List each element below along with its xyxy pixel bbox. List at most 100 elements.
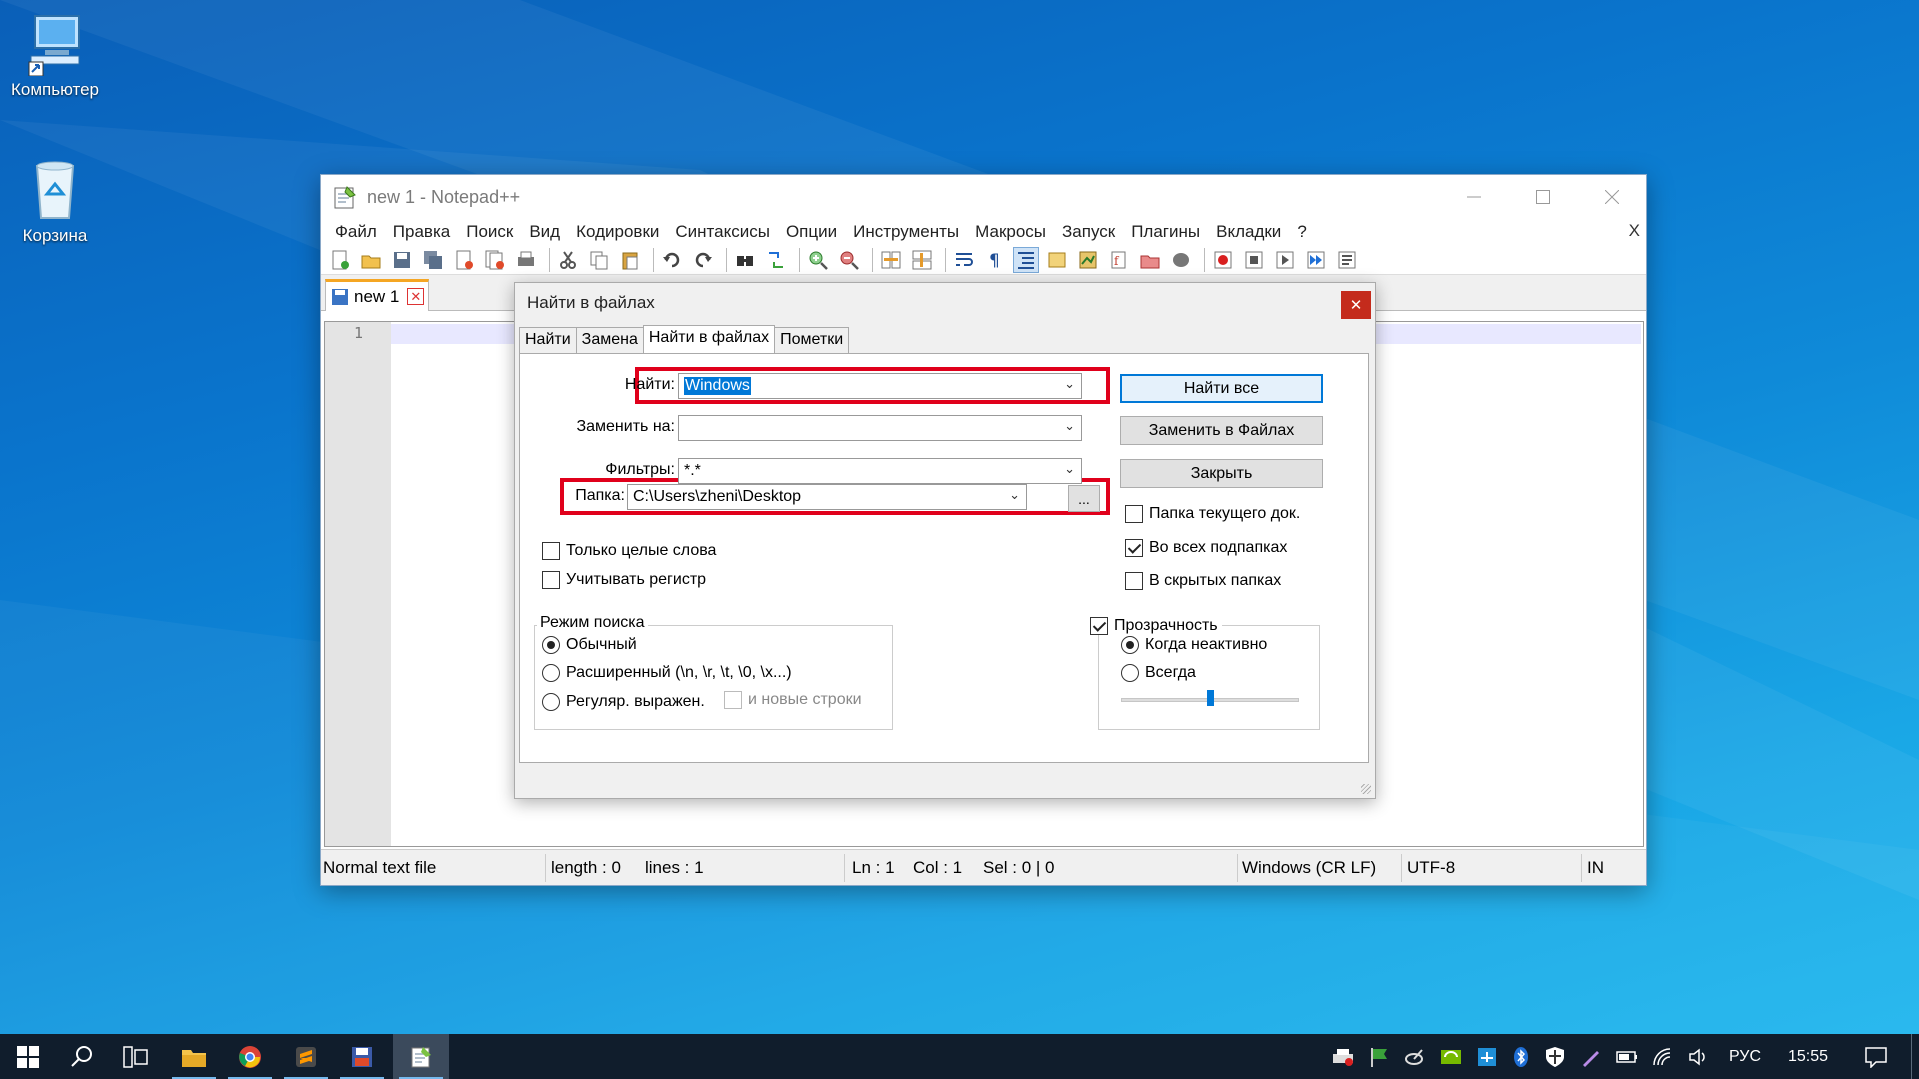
replace-input[interactable]: ⌄ xyxy=(678,415,1082,441)
tab-find-in-files[interactable]: Найти в файлах xyxy=(642,325,776,354)
action-center-button[interactable] xyxy=(1854,1034,1898,1079)
close-button[interactable]: Закрыть xyxy=(1120,459,1323,488)
document-tab-new-1[interactable]: new 1 ✕ xyxy=(325,279,429,311)
match-case-checkbox[interactable]: Учитывать регистр xyxy=(542,571,706,589)
save-macro-icon[interactable] xyxy=(1334,247,1360,273)
sublime-text-taskbar-button[interactable] xyxy=(278,1034,334,1079)
search-button[interactable] xyxy=(54,1034,110,1079)
menu-run[interactable]: Запуск xyxy=(1054,222,1123,242)
tab-mark[interactable]: Пометки xyxy=(774,327,850,353)
tray-pen[interactable] xyxy=(1576,1034,1606,1079)
transparency-slider-thumb[interactable] xyxy=(1206,690,1214,706)
print-icon[interactable] xyxy=(513,247,539,273)
user-defined-language-icon[interactable] xyxy=(1044,247,1070,273)
status-eol[interactable]: Windows (CR LF) xyxy=(1242,858,1376,878)
resize-grip[interactable] xyxy=(1361,784,1371,794)
menu-settings[interactable]: Опции xyxy=(778,222,845,242)
tray-security[interactable] xyxy=(1540,1034,1570,1079)
hidden-folders-checkbox[interactable]: В скрытых папках xyxy=(1125,572,1281,590)
tab-replace[interactable]: Замена xyxy=(575,327,644,353)
tray-nvidia[interactable] xyxy=(1436,1034,1466,1079)
tray-printer[interactable] xyxy=(1328,1034,1358,1079)
paste-icon[interactable] xyxy=(617,247,643,273)
status-encoding[interactable]: UTF-8 xyxy=(1407,858,1455,878)
search-mode-extended-radio[interactable]: Расширенный (\n, \r, \t, \0, \x...) xyxy=(542,664,792,682)
current-doc-folder-checkbox[interactable]: Папка текущего док. xyxy=(1125,505,1300,523)
desktop-icon-recycle-bin[interactable]: Корзина xyxy=(0,158,110,246)
close-window-button[interactable] xyxy=(1577,175,1646,219)
tray-bluetooth[interactable] xyxy=(1508,1034,1534,1079)
menu-file[interactable]: Файл xyxy=(327,222,385,242)
chevron-down-icon[interactable]: ⌄ xyxy=(1009,487,1020,503)
copy-icon[interactable] xyxy=(586,247,612,273)
cut-icon[interactable] xyxy=(555,247,581,273)
file-explorer-taskbar-button[interactable] xyxy=(166,1034,222,1079)
indent-guide-icon[interactable] xyxy=(1013,246,1039,273)
close-document-button[interactable]: X xyxy=(1629,221,1640,241)
maximize-button[interactable] xyxy=(1508,175,1577,219)
search-mode-normal-radio[interactable]: Обычный xyxy=(542,636,637,654)
chevron-down-icon[interactable]: ⌄ xyxy=(1064,376,1075,392)
menu-search[interactable]: Поиск xyxy=(458,222,521,242)
menu-plugins[interactable]: Плагины xyxy=(1123,222,1208,242)
menu-tools[interactable]: Инструменты xyxy=(845,222,967,242)
tray-battery[interactable] xyxy=(1612,1034,1642,1079)
transparency-checkbox[interactable]: Прозрачность xyxy=(1090,617,1222,635)
tray-flag[interactable] xyxy=(1364,1034,1394,1079)
chrome-taskbar-button[interactable] xyxy=(222,1034,278,1079)
open-file-icon[interactable] xyxy=(358,247,384,273)
find-all-button[interactable]: Найти все xyxy=(1120,374,1323,403)
new-file-icon[interactable] xyxy=(327,247,353,273)
transparency-on-inactive-radio[interactable]: Когда неактивно xyxy=(1121,636,1267,654)
menu-help[interactable]: ? xyxy=(1289,222,1314,242)
menu-encoding[interactable]: Кодировки xyxy=(568,222,667,242)
run-macro-multiple-icon[interactable] xyxy=(1303,247,1329,273)
task-view-button[interactable] xyxy=(108,1034,164,1079)
tray-language[interactable]: РУС xyxy=(1722,1034,1768,1079)
sync-horizontal-icon[interactable] xyxy=(909,247,935,273)
desktop-icon-computer[interactable]: Компьютер xyxy=(0,14,110,100)
chevron-down-icon[interactable]: ⌄ xyxy=(1064,418,1075,434)
save-all-icon[interactable] xyxy=(420,247,446,273)
window-titlebar[interactable]: new 1 - Notepad++ xyxy=(321,175,1646,219)
menu-macro[interactable]: Макросы xyxy=(967,222,1054,242)
dialog-close-button[interactable]: ✕ xyxy=(1341,291,1371,319)
matches-newline-checkbox[interactable]: и новые строки xyxy=(724,691,862,709)
replace-in-files-button[interactable]: Заменить в Файлах xyxy=(1120,416,1323,445)
show-all-characters-icon[interactable]: ¶ xyxy=(982,247,1008,273)
zoom-in-icon[interactable] xyxy=(805,247,831,273)
search-mode-regex-radio[interactable]: Регуляр. выражен. xyxy=(542,693,705,711)
word-wrap-icon[interactable] xyxy=(951,247,977,273)
tray-clock[interactable]: 15:55 xyxy=(1778,1034,1838,1079)
redo-icon[interactable] xyxy=(690,247,716,273)
whole-words-checkbox[interactable]: Только целые слова xyxy=(542,542,716,560)
record-macro-icon[interactable] xyxy=(1210,247,1236,273)
sync-vertical-icon[interactable] xyxy=(878,247,904,273)
menu-window[interactable]: Вкладки xyxy=(1208,222,1289,242)
notepad-plus-plus-taskbar-button[interactable] xyxy=(393,1034,449,1079)
start-button[interactable] xyxy=(0,1034,56,1079)
minimize-button[interactable] xyxy=(1439,175,1508,219)
save-app-taskbar-button[interactable] xyxy=(334,1034,390,1079)
show-desktop-button[interactable] xyxy=(1911,1034,1912,1079)
save-icon[interactable] xyxy=(389,247,415,273)
menu-view[interactable]: Вид xyxy=(521,222,568,242)
tray-satellite[interactable] xyxy=(1400,1034,1430,1079)
close-file-icon[interactable] xyxy=(451,247,477,273)
find-input[interactable]: Windows ⌄ xyxy=(678,373,1082,399)
stop-recording-icon[interactable] xyxy=(1241,247,1267,273)
folder-as-workspace-icon[interactable] xyxy=(1137,247,1163,273)
menu-edit[interactable]: Правка xyxy=(385,222,458,242)
zoom-out-icon[interactable] xyxy=(836,247,862,273)
monitoring-icon[interactable] xyxy=(1168,247,1194,273)
tab-find[interactable]: Найти xyxy=(519,327,577,353)
all-subfolders-checkbox[interactable]: Во всех подпапках xyxy=(1125,539,1287,557)
tray-wifi[interactable] xyxy=(1648,1034,1678,1079)
close-all-icon[interactable] xyxy=(482,247,508,273)
play-macro-icon[interactable] xyxy=(1272,247,1298,273)
folder-input[interactable]: C:\Users\zheni\Desktop ⌄ xyxy=(627,484,1027,510)
filters-input[interactable]: *.* ⌄ xyxy=(678,458,1082,484)
chevron-down-icon[interactable]: ⌄ xyxy=(1064,461,1075,477)
function-list-icon[interactable]: f xyxy=(1106,247,1132,273)
document-map-icon[interactable] xyxy=(1075,247,1101,273)
